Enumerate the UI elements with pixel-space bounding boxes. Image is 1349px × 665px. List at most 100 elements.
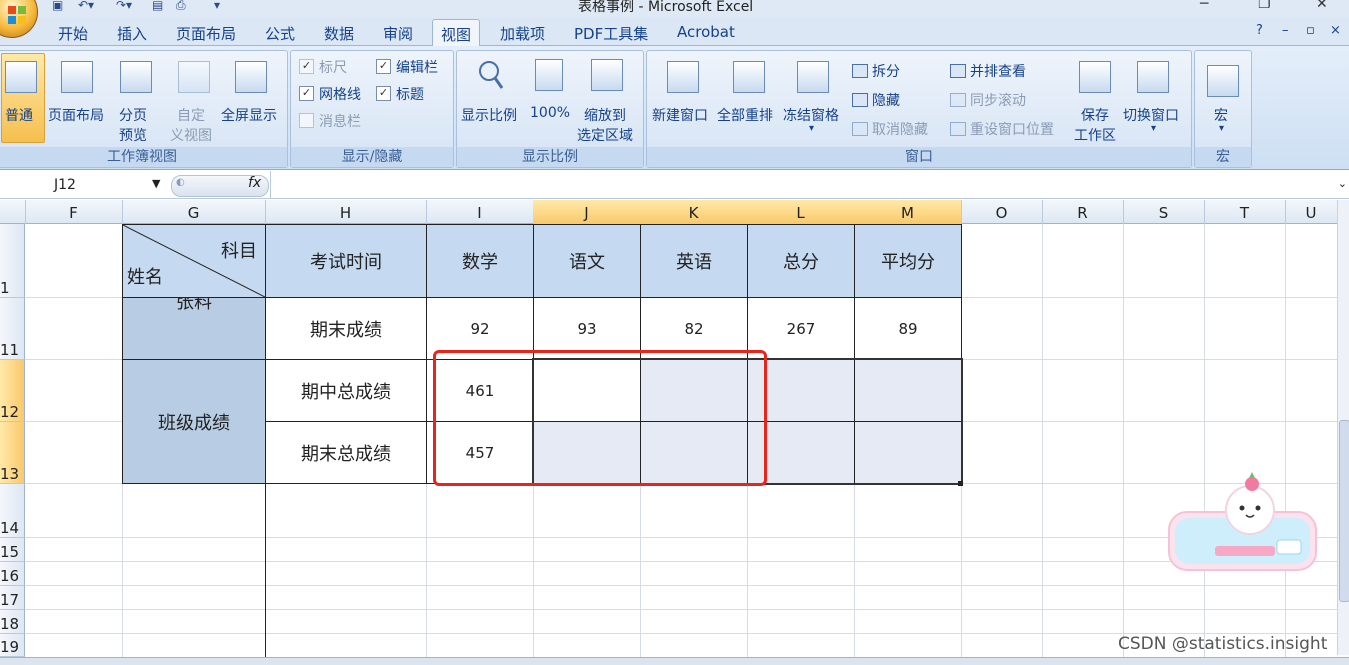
page-break-icon[interactable] [120, 61, 152, 93]
cell-k12[interactable] [640, 359, 748, 422]
column-header-s[interactable]: S [1123, 200, 1205, 224]
gridlines-checkbox[interactable]: ✓ [299, 86, 314, 101]
cell-k13[interactable] [640, 421, 748, 484]
doc-restore-icon[interactable]: ▫ [1306, 23, 1315, 38]
header-cell-average[interactable]: 平均分 [854, 224, 962, 298]
split-label[interactable]: 拆分 [872, 61, 900, 81]
formula-bar-label[interactable]: 编辑栏 [396, 57, 438, 77]
class-score-cell[interactable]: 班级成绩 [122, 359, 266, 484]
hide-icon[interactable] [852, 93, 868, 107]
zoom-100-label[interactable]: 100% [530, 105, 570, 121]
cell-h13[interactable]: 期末总成绩 [265, 421, 427, 484]
zoom-selection-label-2[interactable]: 选定区域 [577, 125, 633, 145]
cell-i12[interactable]: 461 [426, 359, 534, 422]
formula-bar-checkbox[interactable]: ✓ [376, 59, 391, 74]
row-header-13[interactable]: 13 [0, 422, 25, 484]
save-workspace-label-2[interactable]: 工作区 [1074, 125, 1116, 145]
column-header-l[interactable]: L [747, 200, 855, 224]
column-header-u[interactable]: U [1285, 200, 1338, 224]
new-window-icon[interactable] [667, 61, 699, 93]
undo-icon[interactable]: ↶▾ [78, 0, 94, 12]
page-layout-label[interactable]: 页面布局 [48, 105, 104, 125]
cell-h12[interactable]: 期中总成绩 [265, 359, 427, 422]
switch-windows-label[interactable]: 切换窗口 [1123, 105, 1179, 125]
fullscreen-icon[interactable] [235, 61, 267, 93]
freeze-dropdown-icon[interactable]: ▾ [809, 123, 814, 134]
quick-print-icon[interactable]: ⎙ [176, 0, 186, 13]
header-cell-total[interactable]: 总分 [747, 224, 855, 298]
magnifier-icon[interactable] [477, 59, 505, 91]
zoom-100-icon[interactable] [535, 59, 563, 91]
arrange-all-icon[interactable] [733, 61, 765, 93]
save-workspace-label[interactable]: 保存 [1081, 105, 1109, 125]
fill-handle[interactable] [958, 481, 963, 486]
page-break-label[interactable]: 分页 [119, 105, 147, 125]
row-header-14[interactable]: 14 [0, 484, 25, 538]
formula-input[interactable] [270, 171, 1335, 199]
row-header-1[interactable]: 1 [0, 224, 25, 298]
gridlines-label[interactable]: 网格线 [319, 84, 361, 104]
cell-j13[interactable] [533, 421, 641, 484]
zoom-selection-icon[interactable] [591, 59, 623, 91]
page-layout-icon[interactable] [61, 61, 93, 93]
row-header-16[interactable]: 16 [0, 562, 25, 586]
name-box[interactable]: J12 [0, 174, 166, 196]
column-header-k[interactable]: K [640, 200, 748, 224]
expand-formula-bar-icon[interactable]: ⌄ [1338, 177, 1347, 190]
row-header-15[interactable]: 15 [0, 538, 25, 562]
side-by-side-icon[interactable] [950, 64, 966, 78]
minimize-icon[interactable]: ─ [1200, 0, 1208, 12]
header-cell-math[interactable]: 数学 [426, 224, 534, 298]
tab-data[interactable]: 数据 [324, 23, 354, 44]
tab-page-layout[interactable]: 页面布局 [176, 23, 236, 44]
fullscreen-label[interactable]: 全屏显示 [221, 105, 277, 125]
print-preview-icon[interactable]: ▤ [152, 0, 163, 12]
headings-checkbox[interactable]: ✓ [376, 86, 391, 101]
cell-l12[interactable] [747, 359, 855, 422]
select-all-corner[interactable] [0, 200, 26, 224]
cell-h11[interactable]: 期末成绩 [265, 297, 427, 360]
macros-icon[interactable] [1207, 65, 1239, 97]
cell-m13[interactable] [854, 421, 962, 484]
column-header-o[interactable]: O [961, 200, 1043, 224]
cell-m12[interactable] [854, 359, 962, 422]
sheet-tabs-bar[interactable] [0, 657, 1349, 665]
freeze-panes-icon[interactable] [797, 61, 829, 93]
freeze-panes-label[interactable]: 冻结窗格 [783, 105, 839, 125]
row-header-12[interactable]: 12 [0, 360, 25, 422]
tab-formulas[interactable]: 公式 [265, 23, 295, 44]
switch-dropdown-icon[interactable]: ▾ [1151, 123, 1156, 134]
cell-l13[interactable] [747, 421, 855, 484]
column-header-t[interactable]: T [1204, 200, 1286, 224]
save-workspace-icon[interactable] [1079, 61, 1111, 93]
tab-pdf-tools[interactable]: PDF工具集 [574, 23, 648, 44]
column-header-g[interactable]: G [122, 200, 266, 224]
side-by-side-label[interactable]: 并排查看 [970, 61, 1026, 81]
hide-label[interactable]: 隐藏 [872, 90, 900, 110]
cell-k11[interactable]: 82 [640, 297, 748, 360]
zoom-selection-label[interactable]: 缩放到 [584, 105, 626, 125]
cell-i11[interactable]: 92 [426, 297, 534, 360]
zoom-label[interactable]: 显示比例 [461, 105, 517, 125]
row-header-11[interactable]: 11 [0, 298, 25, 360]
column-header-m[interactable]: M [854, 200, 962, 224]
row-header-17[interactable]: 17 [0, 586, 25, 610]
new-window-label[interactable]: 新建窗口 [652, 105, 708, 125]
header-cell-english[interactable]: 英语 [640, 224, 748, 298]
close-icon[interactable]: ✕ [1316, 0, 1328, 12]
diagonal-header-cell[interactable]: 科目 姓名 [122, 224, 266, 298]
cell-m11[interactable]: 89 [854, 297, 962, 360]
header-cell-chinese[interactable]: 语文 [533, 224, 641, 298]
headings-label[interactable]: 标题 [396, 84, 424, 104]
macros-label[interactable]: 宏 [1214, 105, 1228, 125]
doc-minimize-icon[interactable]: – [1282, 23, 1289, 38]
cell-l11[interactable]: 267 [747, 297, 855, 360]
save-icon[interactable]: ▣ [52, 0, 63, 12]
split-icon[interactable] [852, 64, 868, 78]
name-box-dropdown-icon[interactable]: ▼ [152, 177, 160, 190]
cell-j12-active[interactable] [533, 359, 641, 422]
arrange-all-label[interactable]: 全部重排 [717, 105, 773, 125]
macros-dropdown-icon[interactable]: ▾ [1219, 123, 1224, 134]
page-break-label-2[interactable]: 预览 [119, 125, 147, 145]
column-header-j[interactable]: J [533, 200, 641, 224]
